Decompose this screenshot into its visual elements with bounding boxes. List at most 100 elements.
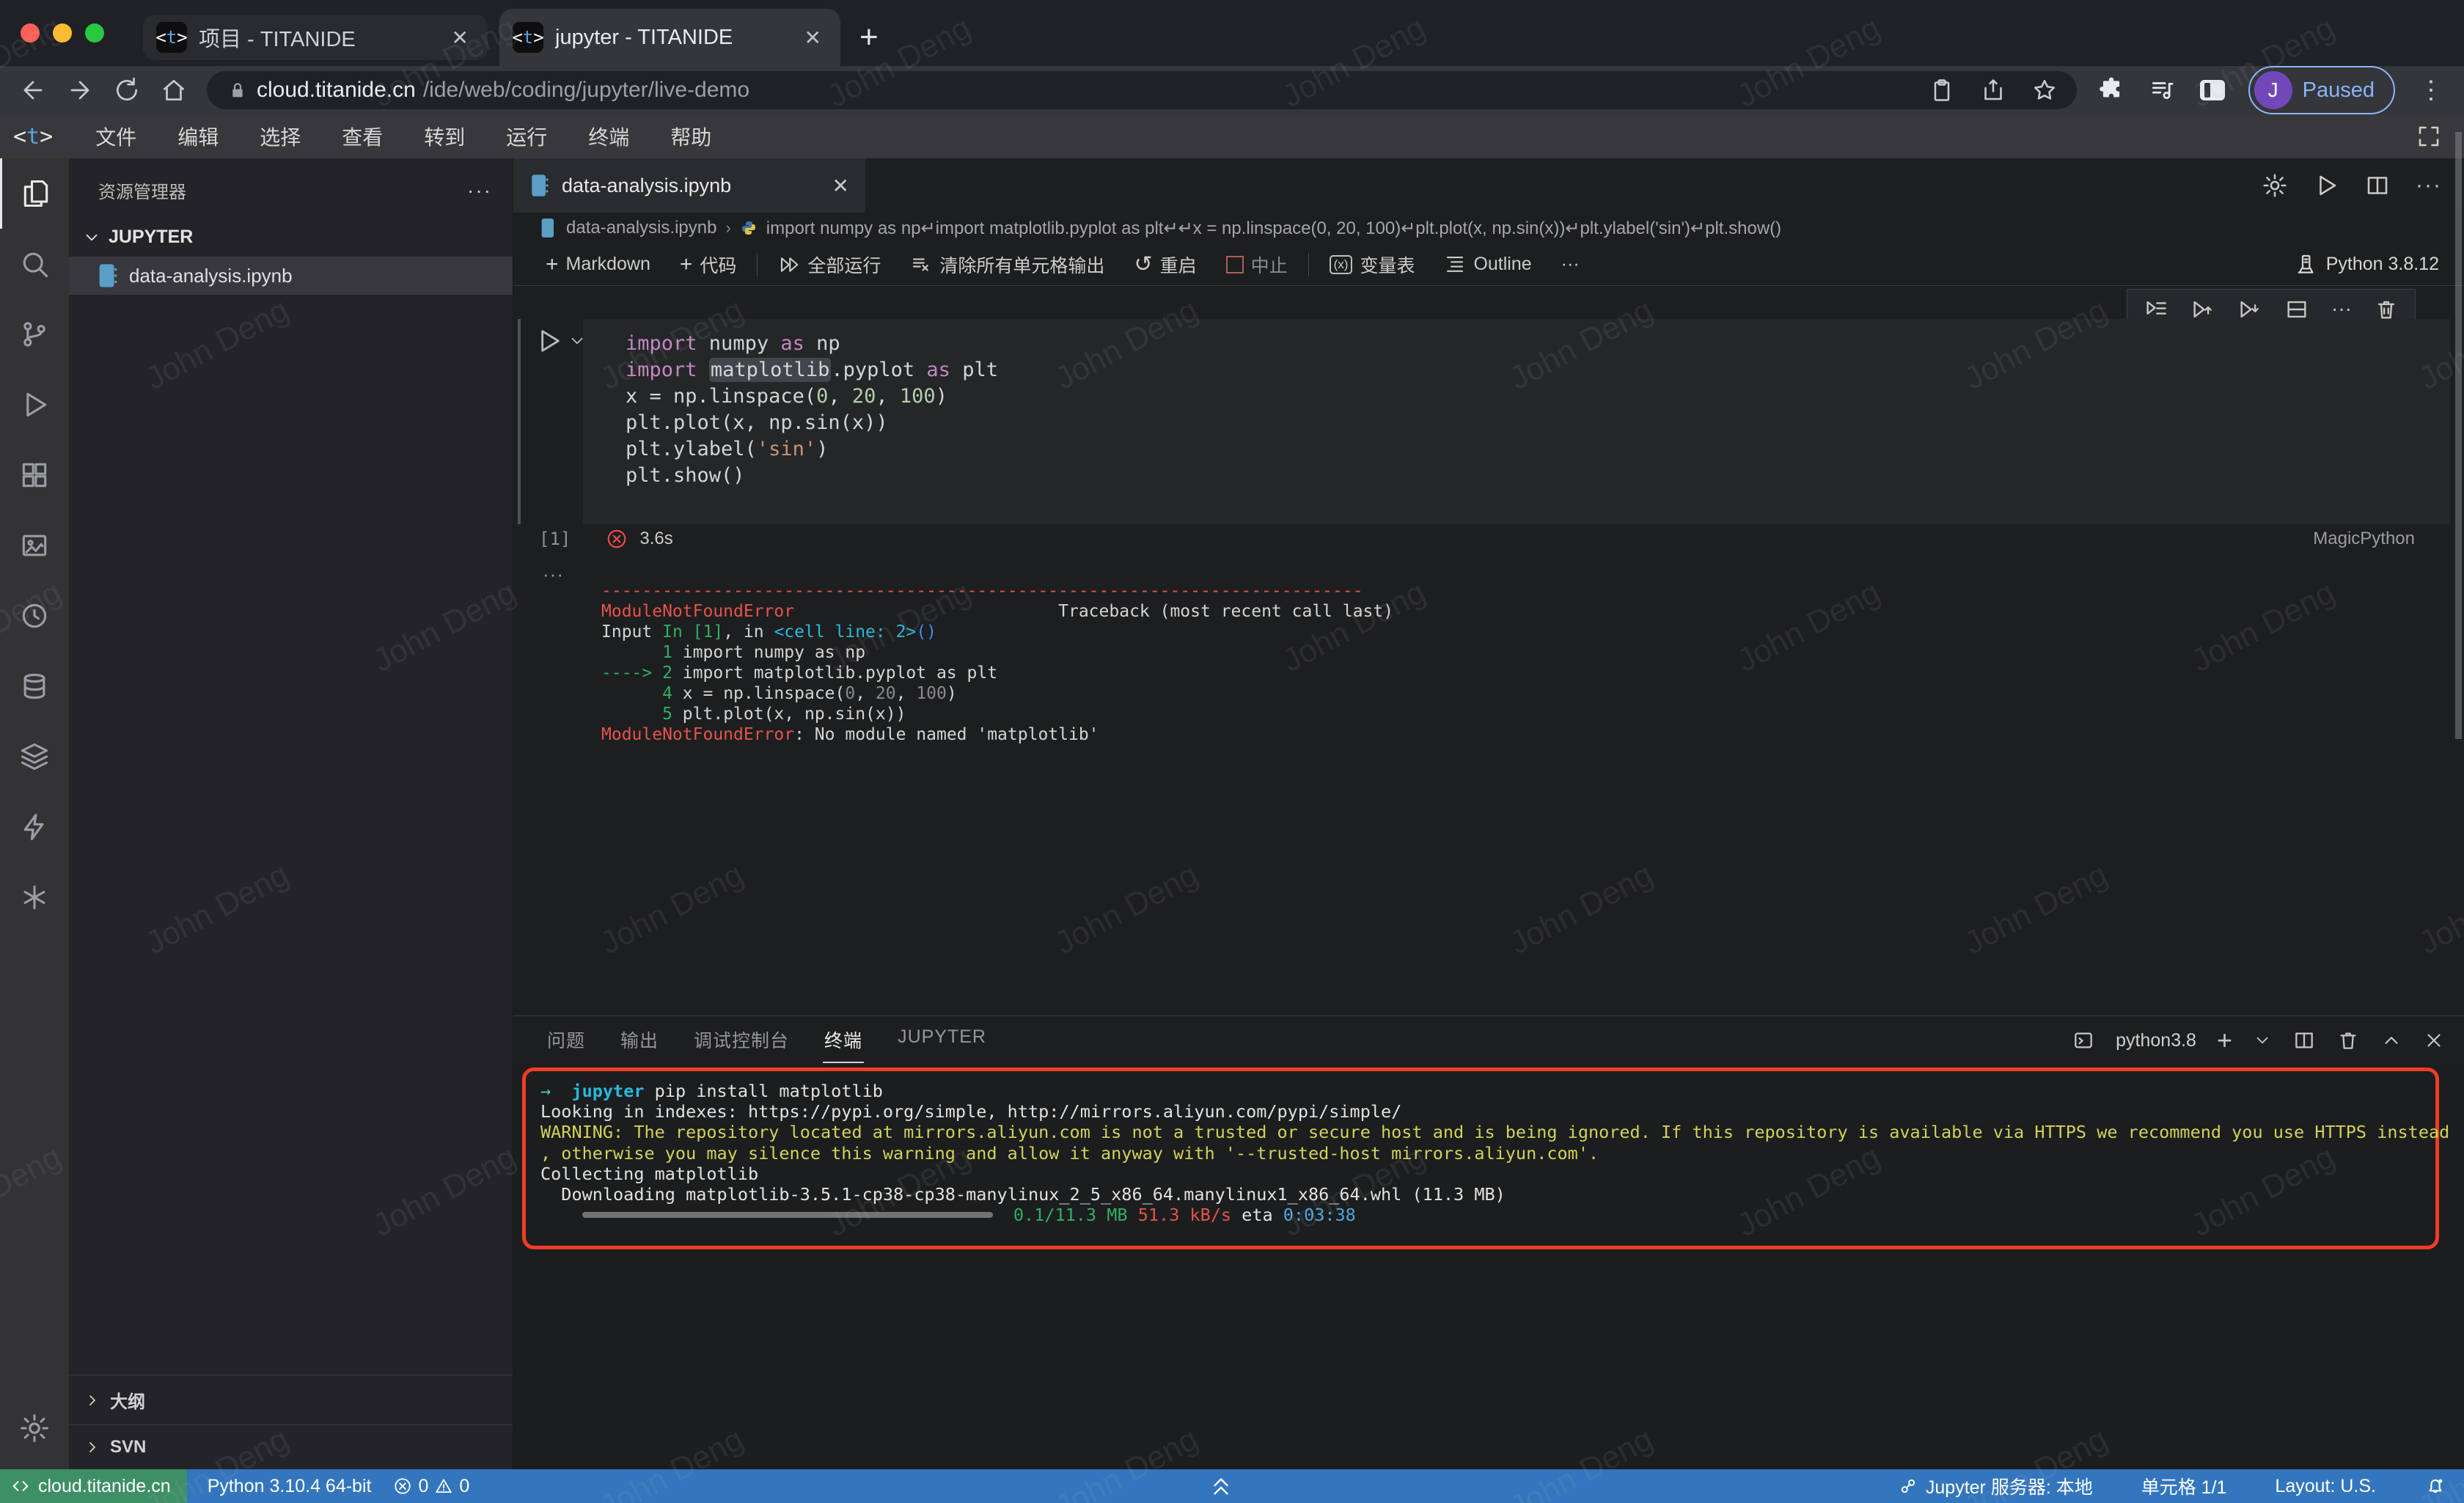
problems-status[interactable]: 0 0: [393, 1476, 469, 1497]
source-control-icon[interactable]: [0, 299, 69, 370]
run-editor-icon[interactable]: [2313, 172, 2339, 199]
restart-kernel-button[interactable]: ↺重启: [1119, 243, 1211, 286]
maximize-panel-icon[interactable]: [2380, 1029, 2402, 1051]
terminal-output[interactable]: → jupyter pip install matplotlibLooking …: [540, 1081, 2449, 1225]
close-tab-icon[interactable]: ✕: [832, 174, 849, 198]
bookmark-star-icon[interactable]: [2031, 77, 2058, 103]
close-panel-icon[interactable]: [2423, 1029, 2445, 1051]
minimize-window-button[interactable]: [53, 23, 72, 43]
browser-tab-project[interactable]: <t> 项目 - TITANIDE ✕: [143, 15, 488, 60]
reload-icon[interactable]: [113, 76, 141, 104]
split-cell-icon[interactable]: [2284, 297, 2309, 322]
playlist-icon[interactable]: [2149, 76, 2177, 104]
execute-cell-and-below-icon[interactable]: [2144, 297, 2168, 322]
split-terminal-icon[interactable]: [2292, 1029, 2316, 1052]
menu-item[interactable]: 选择: [239, 114, 321, 158]
panel-tab-终端[interactable]: 终端: [823, 1018, 864, 1063]
remote-indicator[interactable]: cloud.titanide.cn: [0, 1469, 187, 1503]
menu-item[interactable]: 文件: [75, 114, 157, 158]
database-icon[interactable]: [0, 651, 69, 721]
execute-above-icon[interactable]: [2190, 297, 2215, 322]
browser-profile-button[interactable]: J Paused: [2248, 66, 2395, 114]
interrupt-button[interactable]: 中止: [1211, 243, 1302, 286]
layers-icon[interactable]: [0, 721, 69, 792]
panel-tab-JUPYTER[interactable]: JUPYTER: [896, 1018, 988, 1063]
panel-tab-输出[interactable]: 输出: [619, 1018, 660, 1063]
explorer-more-icon[interactable]: ···: [467, 179, 492, 202]
add-code-button[interactable]: +代码: [665, 243, 752, 286]
reading-sidebar-icon[interactable]: [2200, 80, 2225, 100]
sidebar-section-svn[interactable]: SVN: [69, 1425, 513, 1469]
sidebar-section-jupyter[interactable]: JUPYTER: [69, 216, 513, 257]
run-debug-icon[interactable]: [0, 370, 69, 440]
clipboard-icon[interactable]: [1929, 77, 1955, 103]
file-item-notebook[interactable]: data-analysis.ipynb: [69, 257, 513, 295]
browser-menu-icon[interactable]: ⋮: [2419, 76, 2443, 105]
breadcrumb-cell-code[interactable]: import numpy as np↵import matplotlib.pyp…: [766, 218, 1781, 239]
menu-item[interactable]: 帮助: [650, 114, 732, 158]
kernel-picker[interactable]: Python 3.8.12: [2294, 253, 2464, 276]
kill-terminal-icon[interactable]: [2336, 1029, 2360, 1052]
menu-item[interactable]: 编辑: [157, 114, 239, 158]
notifications-bell-icon[interactable]: [2424, 1475, 2446, 1497]
asterisk-icon[interactable]: [0, 862, 69, 933]
menu-item[interactable]: 运行: [485, 114, 568, 158]
cell-language-label[interactable]: MagicPython: [2313, 529, 2415, 549]
menu-item[interactable]: 终端: [568, 114, 650, 158]
url-bar[interactable]: cloud.titanide.cn/ide/web/coding/jupyter…: [207, 71, 2077, 109]
terminal-shell-label[interactable]: python3.8: [2116, 1030, 2196, 1051]
new-tab-button[interactable]: +: [859, 19, 879, 56]
new-terminal-icon[interactable]: +: [2217, 1025, 2232, 1056]
lightning-icon[interactable]: [0, 792, 69, 862]
breadcrumb-file[interactable]: data-analysis.ipynb: [566, 218, 716, 238]
jupyter-server-status[interactable]: Jupyter 服务器: 本地: [1898, 1473, 2093, 1499]
browser-tab-jupyter[interactable]: <t> jupyter - TITANIDE ✕: [499, 9, 840, 66]
close-window-button[interactable]: [21, 23, 40, 43]
close-tab-icon[interactable]: ✕: [800, 26, 826, 50]
toolbar-more-icon[interactable]: ···: [1547, 243, 1594, 286]
notebook-settings-gear-icon[interactable]: [2262, 172, 2288, 199]
window-controls[interactable]: [21, 23, 104, 43]
more-actions-icon[interactable]: ···: [2416, 173, 2442, 198]
add-markdown-button[interactable]: +Markdown: [531, 243, 665, 286]
explorer-icon[interactable]: [0, 158, 69, 229]
variables-button[interactable]: (x)变量表: [1315, 243, 1430, 286]
keyboard-layout-status[interactable]: Layout: U.S.: [2275, 1476, 2376, 1497]
sidebar-section-outline[interactable]: 大纲: [69, 1375, 513, 1425]
search-icon[interactable]: [0, 229, 69, 299]
settings-gear-icon[interactable]: [0, 1393, 69, 1463]
cell-position-status[interactable]: 单元格 1/1: [2141, 1473, 2227, 1499]
code-cell[interactable]: import numpy as npimport matplotlib.pypl…: [583, 319, 2450, 524]
execute-below-icon[interactable]: [2237, 297, 2262, 322]
maximize-window-button[interactable]: [85, 23, 104, 43]
extensions-puzzle-icon[interactable]: [2097, 76, 2125, 104]
editor-tab-notebook[interactable]: data-analysis.ipynb ✕: [513, 158, 865, 213]
share-icon[interactable]: [1980, 77, 2006, 103]
breadcrumb[interactable]: data-analysis.ipynb › import numpy as np…: [513, 213, 2464, 243]
cell-more-icon[interactable]: ···: [2331, 297, 2352, 322]
delete-cell-icon[interactable]: [2374, 297, 2399, 322]
panel-tab-调试控制台[interactable]: 调试控制台: [692, 1018, 791, 1063]
history-icon[interactable]: [0, 581, 69, 651]
back-icon[interactable]: [19, 76, 47, 104]
restore-panel-chevrons-icon[interactable]: [1209, 1471, 1233, 1500]
home-icon[interactable]: [160, 76, 188, 104]
terminal-dropdown-icon[interactable]: [2253, 1031, 2272, 1050]
cell-code[interactable]: import numpy as npimport matplotlib.pypl…: [583, 319, 2450, 489]
output-collapse-icon[interactable]: ···: [543, 563, 564, 586]
split-editor-icon[interactable]: [2364, 172, 2391, 199]
menu-item[interactable]: 转到: [403, 114, 485, 158]
run-all-button[interactable]: 全部运行: [763, 243, 895, 286]
terminal-panel[interactable]: → jupyter pip install matplotlibLooking …: [513, 1065, 2464, 1469]
run-cell-button[interactable]: [534, 326, 563, 356]
close-tab-icon[interactable]: ✕: [447, 26, 473, 50]
fullscreen-icon[interactable]: [2416, 123, 2442, 150]
preview-image-icon[interactable]: [0, 510, 69, 581]
clear-outputs-button[interactable]: 清除所有单元格输出: [895, 243, 1119, 286]
panel-tab-问题[interactable]: 问题: [546, 1018, 587, 1063]
extensions-icon[interactable]: [0, 440, 69, 510]
editor-scrollbar[interactable]: [2455, 132, 2462, 739]
forward-icon[interactable]: [66, 76, 94, 104]
python-version-status[interactable]: Python 3.10.4 64-bit: [208, 1476, 372, 1497]
outline-button[interactable]: Outline: [1429, 243, 1546, 286]
